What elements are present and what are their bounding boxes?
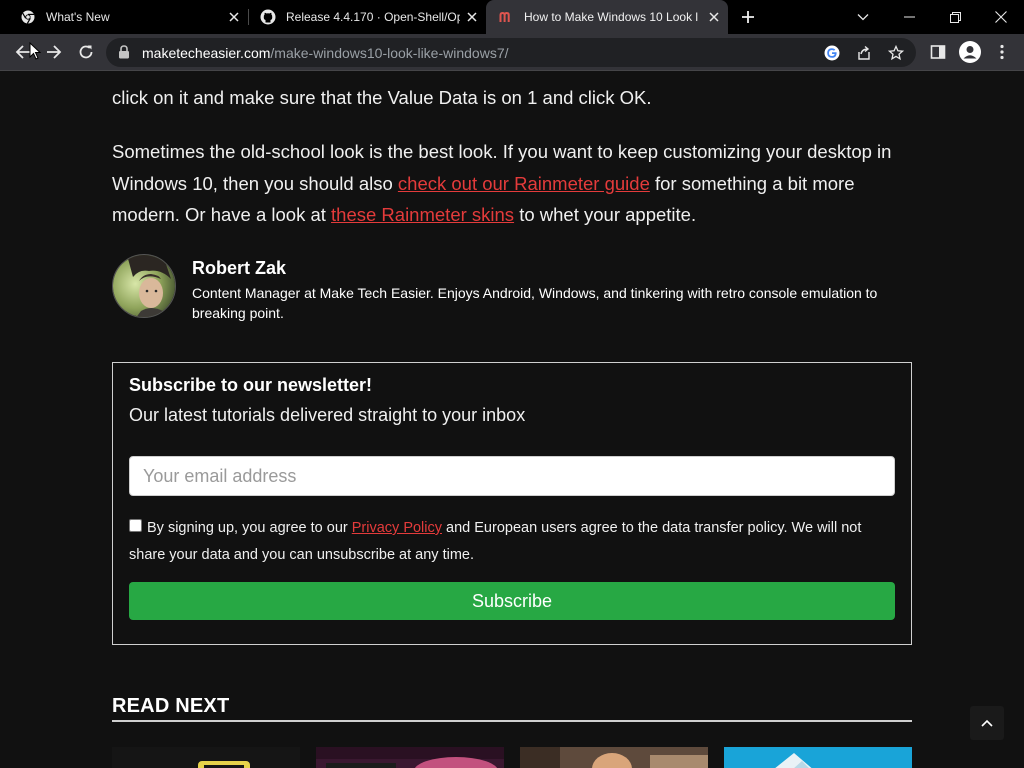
read-next-thumbnail[interactable] <box>112 747 300 768</box>
author-bio: Content Manager at Make Tech Easier. Enj… <box>192 285 878 321</box>
profile-avatar-icon[interactable] <box>955 37 985 67</box>
github-icon <box>260 9 276 25</box>
share-icon[interactable] <box>854 43 874 63</box>
address-bar[interactable]: maketecheasier.com/make-windows10-look-l… <box>106 38 916 67</box>
reload-icon[interactable] <box>71 37 101 67</box>
consent-text: By signing up, you agree to our Privacy … <box>129 515 895 569</box>
bookmark-star-icon[interactable] <box>886 43 906 63</box>
new-tab-button[interactable] <box>734 4 762 30</box>
read-next-heading: READ NEXT <box>112 695 230 717</box>
mte-favicon-icon <box>498 9 514 25</box>
rainmeter-guide-link[interactable]: check out our Rainmeter guide <box>398 173 650 194</box>
author-avatar[interactable] <box>112 254 176 318</box>
tab-title: Release 4.4.170 · Open-Shell/Ope <box>286 10 460 24</box>
article-paragraph: Sometimes the old-school look is the bes… <box>112 136 912 231</box>
read-next-thumbnail[interactable] <box>724 747 912 768</box>
tab-make-windows-10-look[interactable]: How to Make Windows 10 Look l <box>486 0 728 34</box>
author-box: Robert Zak Content Manager at Make Tech … <box>112 254 912 324</box>
paragraph-text: click on it and make sure that the Value… <box>112 86 652 108</box>
side-panel-icon[interactable] <box>923 37 953 67</box>
privacy-policy-link[interactable]: Privacy Policy <box>352 520 442 536</box>
url-host: maketecheasier.com <box>142 45 271 61</box>
consent-text-before: By signing up, you agree to our <box>147 520 352 536</box>
read-next-thumbnail[interactable] <box>520 747 708 768</box>
consent-checkbox[interactable] <box>129 519 142 532</box>
tab-strip: What's New Release 4.4.170 · Open-Shell/… <box>0 0 1024 34</box>
chrome-icon <box>20 9 36 25</box>
menu-kebab-icon[interactable] <box>987 37 1017 67</box>
article-paragraph-partial: click on it and make sure that the Value… <box>112 71 912 113</box>
newsletter-subtitle: Our latest tutorials delivered straight … <box>129 405 526 425</box>
close-tab-icon[interactable] <box>702 5 726 29</box>
clipped-text <box>112 71 117 76</box>
google-lens-icon[interactable] <box>822 43 842 63</box>
rainmeter-skins-link[interactable]: these Rainmeter skins <box>331 204 514 225</box>
restore-icon[interactable] <box>932 0 978 34</box>
close-tab-icon[interactable] <box>222 5 246 29</box>
author-name[interactable]: Robert Zak <box>192 258 286 279</box>
divider <box>112 720 912 722</box>
email-input[interactable] <box>129 456 895 496</box>
browser-toolbar: maketecheasier.com/make-windows10-look-l… <box>0 34 1024 71</box>
newsletter-title: Subscribe to our newsletter! <box>129 375 373 395</box>
tab-search-chevron-down-icon[interactable] <box>840 0 886 34</box>
url-text[interactable]: maketecheasier.com/make-windows10-look-l… <box>142 45 509 61</box>
paragraph-text-3: to whet your appetite. <box>514 204 697 225</box>
forward-arrow-icon[interactable] <box>39 37 69 67</box>
subscribe-button[interactable]: Subscribe <box>129 582 895 620</box>
mouse-cursor-icon <box>29 42 41 60</box>
chevron-up-icon <box>981 719 993 727</box>
minimize-icon[interactable] <box>886 0 932 34</box>
scroll-to-top-button[interactable] <box>970 706 1004 740</box>
lock-icon[interactable] <box>118 45 132 61</box>
article-page: click on it and make sure that the Value… <box>0 71 1024 768</box>
close-window-icon[interactable] <box>978 0 1024 34</box>
tab-open-shell-release[interactable]: Release 4.4.170 · Open-Shell/Ope <box>248 0 486 34</box>
url-path: /make-windows10-look-like-windows7/ <box>270 45 509 61</box>
close-tab-icon[interactable] <box>460 5 484 29</box>
read-next-thumbnail[interactable] <box>316 747 504 768</box>
tab-title: How to Make Windows 10 Look l <box>524 10 699 24</box>
tab-whats-new[interactable]: What's New <box>8 0 248 34</box>
newsletter-box: Subscribe to our newsletter! Our latest … <box>112 362 912 645</box>
tab-title: What's New <box>46 10 110 24</box>
